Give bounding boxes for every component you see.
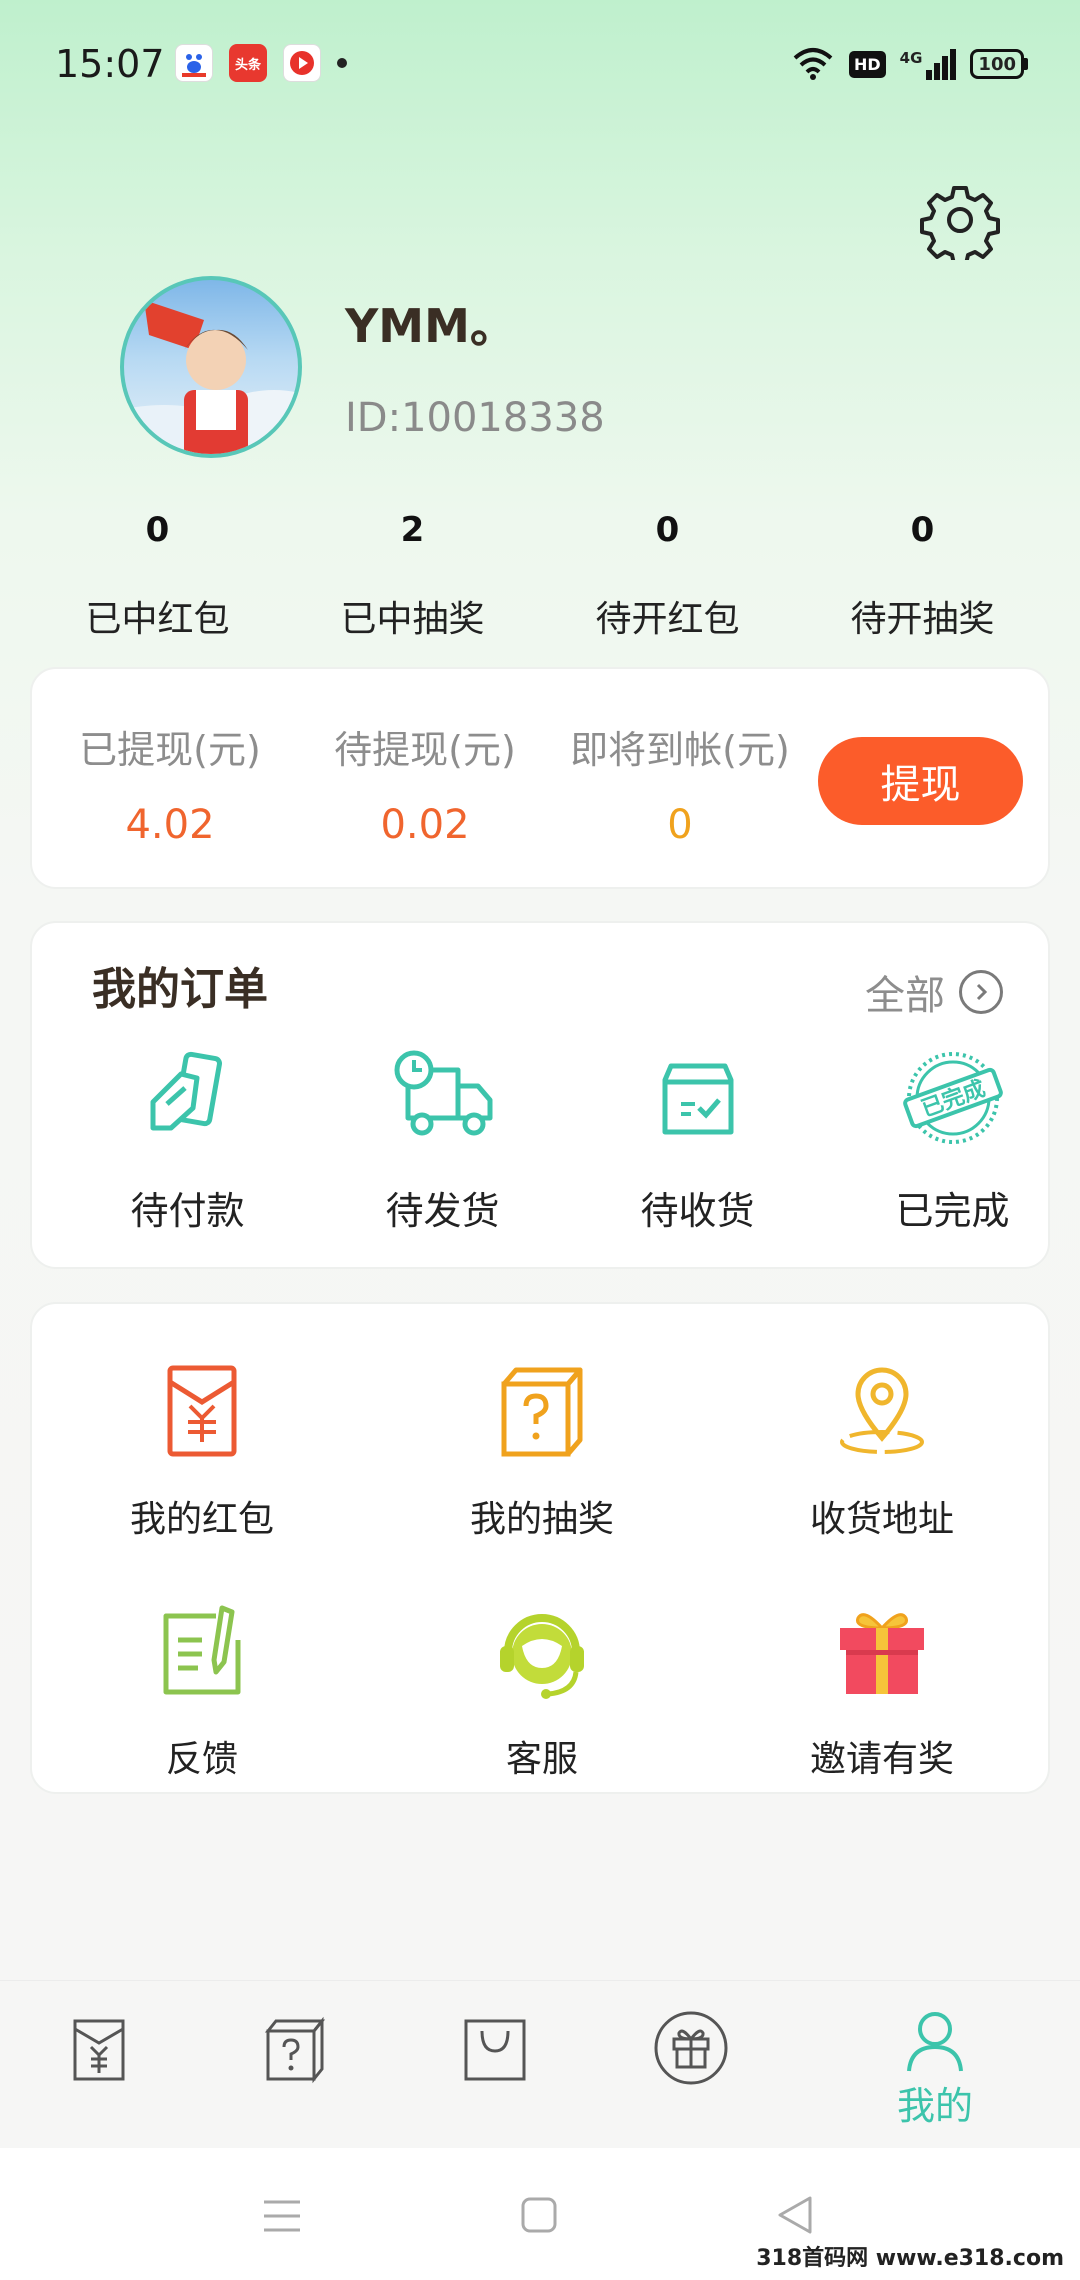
cell-signal-icon: 4G [899,48,957,80]
service-feedback[interactable]: 反馈 [32,1602,372,1782]
service-label: 我的红包 [129,1499,274,1540]
wallet-value: 0 [667,802,693,848]
service-customer-service[interactable]: 客服 [372,1602,712,1782]
order-label: 待收货 [640,1189,755,1233]
order-completed[interactable]: 已完成 已完成 [825,1048,1080,1235]
services-card: 我的红包 我的抽奖 收货地址 反馈 客服 邀请有奖 [30,1302,1050,1794]
settings-gear-icon[interactable] [920,180,1000,266]
tab-shop[interactable] [440,2015,550,2145]
mystery-box-icon [492,1362,592,1462]
tab-lottery[interactable] [240,2015,350,2145]
home-icon[interactable] [520,2196,558,2234]
more-notifications-dot [337,58,347,68]
service-label: 邀请有奖 [809,1739,954,1780]
tab-profile[interactable]: 我的 [880,2009,990,2139]
delivery-truck-icon [388,1048,498,1148]
payment-card-icon [133,1048,243,1148]
service-red-packets[interactable]: 我的红包 [32,1362,372,1542]
watermark: 318首码网 www.e318.com [750,2238,1070,2274]
stat-value: 0 [145,510,170,550]
order-label: 已完成 [895,1189,1010,1233]
wallet-withdrawn: 已提现(元) 4.02 [50,719,290,848]
status-indicators: HD 4G 100 [791,46,1028,82]
battery-level: 100 [970,49,1024,79]
view-all-label: 全部 [865,973,945,1019]
order-pending-receipt[interactable]: 待收货 [570,1048,825,1235]
stat-won-lotteries[interactable]: 2 已中抽奖 [285,510,540,642]
user-tab-icon [907,2012,963,2072]
stat-pending-lotteries[interactable]: 0 待开抽奖 [795,510,1050,642]
order-pending-shipment[interactable]: 待发货 [315,1048,570,1235]
service-label: 反馈 [165,1739,238,1780]
status-time: 15:07 [55,42,165,86]
wallet-value: 0.02 [380,802,470,848]
stat-label: 已中抽奖 [340,599,485,640]
hd-badge: HD [849,50,886,78]
red-envelope-tab-icon [73,2019,125,2081]
stat-label: 待开抽奖 [850,599,995,640]
stat-pending-red-packets[interactable]: 0 待开红包 [540,510,795,642]
service-label: 客服 [505,1739,578,1780]
service-address[interactable]: 收货地址 [712,1362,1052,1542]
orders-title: 我的订单 [92,964,268,1015]
wallet-value: 4.02 [125,802,215,848]
location-pin-icon [832,1362,932,1462]
wallet-label: 待提现(元) [334,728,516,772]
wallet-incoming: 即将到帐(元) 0 [550,719,810,848]
tab-red-packets[interactable] [44,2015,154,2145]
toutiao-icon: 头条 [229,44,267,82]
customer-service-icon [492,1602,592,1702]
mystery-box-tab-icon [264,2016,326,2084]
service-label: 收货地址 [809,1499,954,1540]
tab-label: 我的 [896,2084,973,2128]
stat-value: 0 [910,510,935,550]
username: YMM。 [345,299,516,353]
order-label: 待发货 [385,1189,500,1233]
back-icon[interactable] [776,2194,814,2236]
orders-card: 我的订单 全部 待付款 待发货 待收货 已完成 已完成 [30,921,1050,1269]
wallet-card: 已提现(元) 4.02 待提现(元) 0.02 即将到帐(元) 0 提现 [30,667,1050,889]
stat-label: 已中红包 [85,599,230,640]
user-id: ID:10018338 [345,395,605,441]
stat-value: 2 [400,510,425,550]
stats-row: 0 已中红包 2 已中抽奖 0 待开红包 0 待开抽奖 [0,510,1080,642]
avatar[interactable] [120,276,302,458]
stat-won-red-packets[interactable]: 0 已中红包 [30,510,285,642]
service-invite-rewards[interactable]: 邀请有奖 [712,1602,1052,1782]
chevron-right-icon [959,970,1003,1014]
battery-icon: 100 [970,49,1028,79]
wallet-pending: 待提现(元) 0.02 [305,719,545,848]
wallet-label: 即将到帐(元) [570,728,790,772]
receive-box-icon [643,1048,753,1148]
service-lottery[interactable]: 我的抽奖 [372,1362,712,1542]
baidu-icon [175,44,213,82]
network-type: 4G [899,48,923,67]
wifi-icon [793,48,833,80]
gift-tab-icon [654,2011,728,2085]
menu-icon[interactable] [262,2198,302,2234]
shopping-bag-tab-icon [464,2019,526,2081]
withdraw-button[interactable]: 提现 [818,737,1023,825]
video-icon [283,44,321,82]
order-label: 待付款 [130,1189,245,1233]
order-pending-payment[interactable]: 待付款 [60,1048,315,1235]
feedback-edit-icon [152,1602,252,1702]
stat-label: 待开红包 [595,599,740,640]
tab-gifts[interactable] [636,2009,746,2139]
stat-value: 0 [655,510,680,550]
completed-stamp-icon: 已完成 [898,1048,1008,1148]
status-notification-apps: 头条 [175,44,347,82]
orders-view-all[interactable]: 全部 [865,963,1003,1021]
bottom-tab-bar: 我的 [0,1980,1080,2148]
wallet-label: 已提现(元) [79,728,261,772]
gift-icon [832,1602,932,1702]
service-label: 我的抽奖 [469,1499,614,1540]
red-envelope-icon [152,1362,252,1462]
